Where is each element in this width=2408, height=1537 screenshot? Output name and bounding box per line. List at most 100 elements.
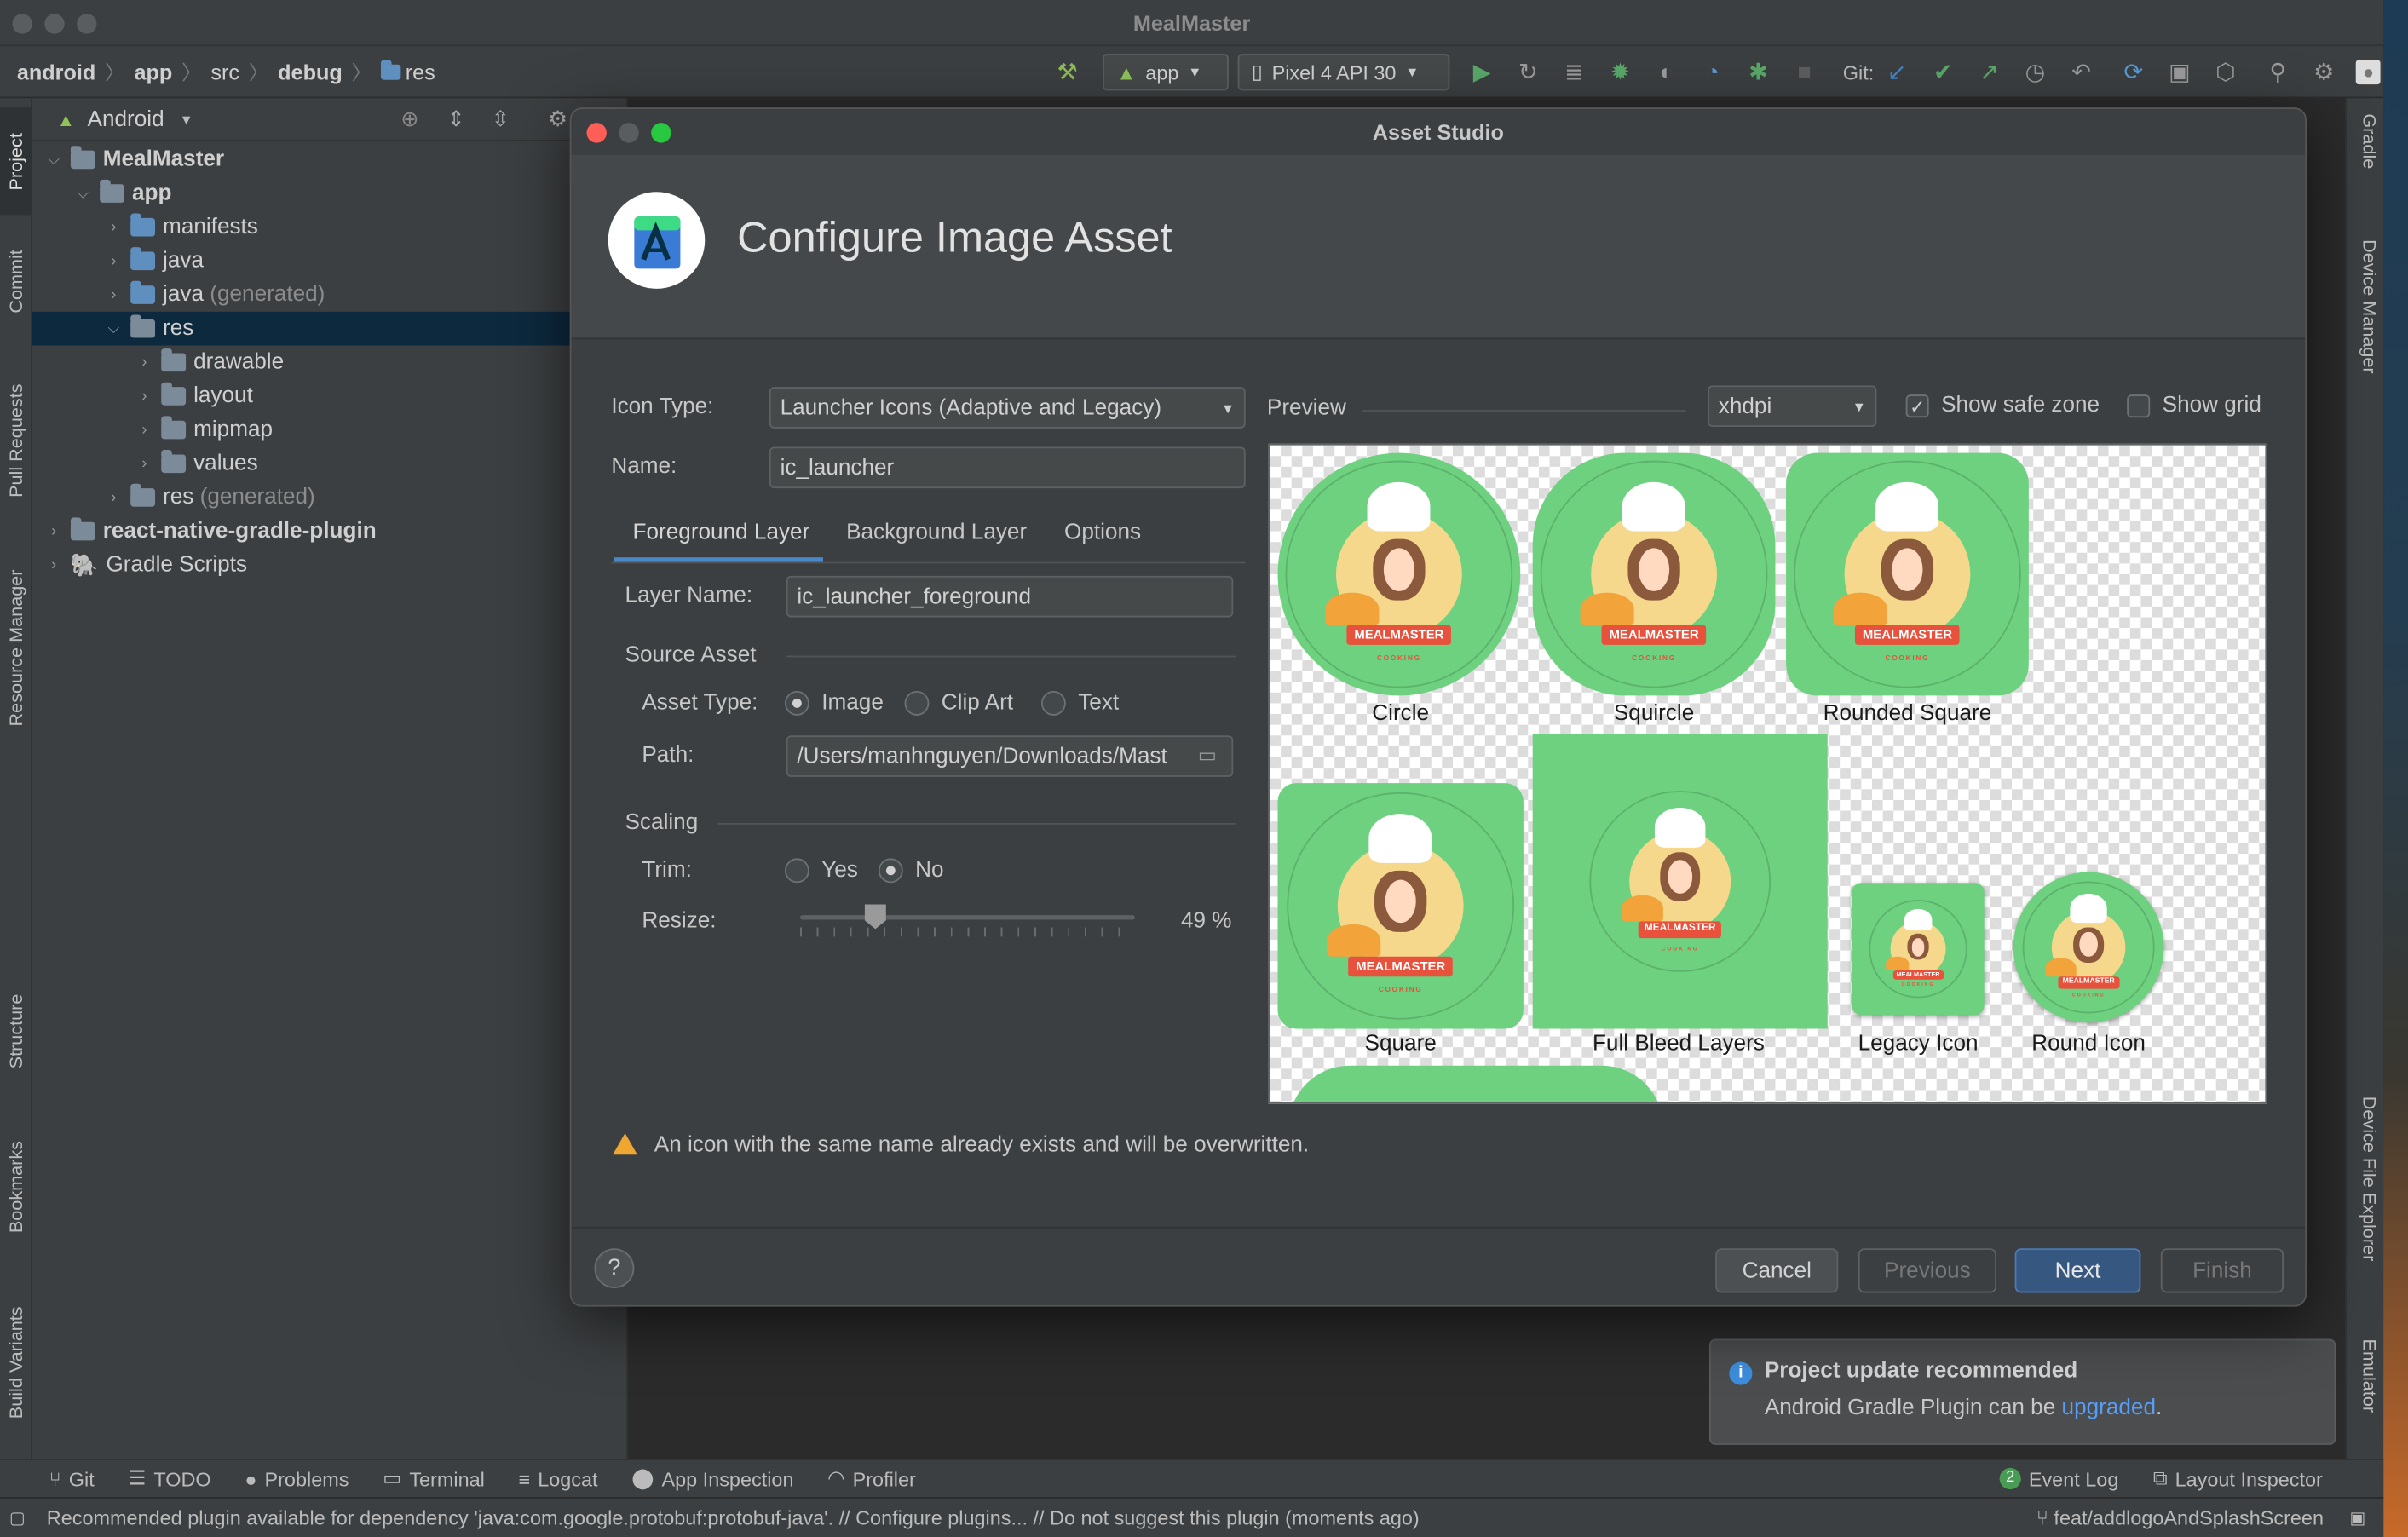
tab-todo[interactable]: ☰ TODO [128,1466,210,1491]
tab-project[interactable]: Project [0,107,32,216]
help-button[interactable]: ? [594,1248,635,1289]
sdk-manager-icon[interactable]: ⬡ [2212,58,2239,86]
git-update-icon[interactable]: ↙ [1883,58,1910,86]
git-commit-icon[interactable]: ✔ [1929,58,1956,86]
show-grid-checkbox[interactable]: Show grid [2127,393,2261,417]
tree-item-manifests[interactable]: › manifests [32,210,626,245]
name-input[interactable]: ic_launcher [769,446,1246,489]
tab-emulator[interactable]: Emulator [2353,1339,2380,1450]
breadcrumb-debug[interactable]: debug [278,59,343,83]
expand-all-icon[interactable]: ⇕ [446,106,464,132]
tab-gradle[interactable]: Gradle [2353,113,2380,205]
tab-bookmarks[interactable]: Bookmarks [0,1118,32,1256]
event-log-button[interactable]: 2 Event Log [1999,1467,2118,1490]
tree-item-java-generated[interactable]: › java (generated) [32,278,626,312]
debug-icon[interactable]: ✹ [1606,58,1633,86]
settings-gear-icon[interactable]: ⚙ [2310,58,2337,86]
coverage-icon[interactable]: ◐ [1652,59,1679,85]
tree-item-res[interactable]: ⌵ res [32,311,627,346]
tab-background-layer[interactable]: Background Layer [846,521,1027,545]
locate-icon[interactable]: ⊕ [400,106,418,132]
chevron-down-icon[interactable]: ▼ [180,112,193,127]
density-select[interactable]: xhdpi ▼ [1708,385,1877,428]
cancel-button[interactable]: Cancel [1715,1248,1839,1293]
window-title: MealMaster [1132,10,1251,36]
tab-structure[interactable]: Structure [0,970,32,1093]
tab-pull-requests[interactable]: Pull Requests [0,356,32,525]
profile-icon[interactable]: ◔ [1698,59,1725,85]
radio-trim-yes[interactable]: Yes [784,858,858,884]
tab-git[interactable]: ⑂ Git [49,1467,95,1490]
tree-item-gradle-scripts[interactable]: › 🐘 Gradle Scripts [32,548,626,582]
tab-options[interactable]: Options [1064,521,1141,545]
slider-thumb[interactable] [864,904,886,930]
avd-manager-icon[interactable]: ▣ [2166,58,2193,86]
collapse-all-icon[interactable]: ⇳ [492,106,510,132]
branch-icon: ⑂ [2036,1505,2054,1529]
history-icon[interactable]: ◷ [2021,58,2048,86]
search-icon[interactable]: ⚲ [2264,58,2291,86]
path-input[interactable]: /Users/manhnguyen/Downloads/Mast [786,735,1234,777]
tree-item-mealmaster[interactable]: ⌵ MealMaster [32,143,626,177]
previous-button[interactable]: Previous [1858,1248,1996,1293]
show-safe-zone-checkbox[interactable]: ✓ Show safe zone [1905,393,2100,417]
device-select[interactable]: ▯ Pixel 4 API 30 ▼ [1237,54,1450,91]
tree-item-react-native-gradle-plugin[interactable]: › react-native-gradle-plugin [32,515,626,549]
tab-build-variants[interactable]: Build Variants [0,1277,32,1446]
build-hammer-icon[interactable]: ⚒ [1053,58,1080,86]
tree-item-mipmap[interactable]: › mipmap [32,413,626,447]
breadcrumb-android[interactable]: android [17,59,96,83]
layout-inspector-button[interactable]: ⧉ Layout Inspector [2153,1466,2323,1491]
breadcrumb-app[interactable]: app [134,59,172,83]
tree-item-layout[interactable]: › layout [32,379,626,413]
status-message[interactable]: Recommended plugin available for depende… [47,1506,1420,1529]
apply-changes-icon[interactable]: ↻ [1514,58,1541,86]
finish-button[interactable]: Finish [2160,1248,2284,1293]
stop-icon[interactable]: ■ [1790,59,1818,85]
tree-item-app[interactable]: ⌵ app [32,176,626,210]
radio-clip-art[interactable]: Clip Art [904,691,1013,717]
tab-problems[interactable]: ● Problems [245,1467,349,1490]
layer-name-input[interactable]: ic_launcher_foreground [786,575,1234,618]
tab-device-manager[interactable]: Device Manager [2353,239,2380,423]
logo-ring: MEALMASTER COOKING [1589,791,1771,972]
run-config-select[interactable]: ▲ app ▼ [1103,54,1229,91]
toggle-panel-icon[interactable]: ▢ [9,1508,26,1528]
git-branch-widget[interactable]: ⑂ feat/addlogoAndSplashScreen [2036,1506,2324,1529]
tree-item-java[interactable]: › java [32,245,626,279]
chef-logo-icon: MEALMASTER COOKING [2045,894,2126,999]
options-gear-icon[interactable]: ⚙ [548,106,567,132]
tab-logcat[interactable]: ≡ Logcat [519,1467,598,1490]
tab-terminal[interactable]: ▭ Terminal [383,1466,485,1491]
tab-foreground-layer[interactable]: Foreground Layer [633,521,810,545]
title-bar: MealMaster [0,0,2384,47]
breadcrumb-res[interactable]: res [406,59,435,83]
radio-trim-no[interactable]: No [878,858,944,884]
project-view-select[interactable]: Android [88,106,164,131]
tree-item-res-generated[interactable]: › res (generated) [32,481,626,515]
tab-commit[interactable]: Commit [0,230,32,331]
tab-resource-manager[interactable]: Resource Manager [0,547,32,750]
tab-profiler[interactable]: ◠ Profiler [827,1466,916,1491]
resize-slider[interactable] [799,904,1135,941]
icon-type-select[interactable]: Launcher Icons (Adaptive and Legacy) ▼ [769,387,1246,429]
radio-text[interactable]: Text [1040,691,1119,717]
git-push-icon[interactable]: ↗ [1975,58,2002,86]
gradle-sync-icon[interactable]: ⟳ [2120,58,2147,86]
rollback-icon[interactable]: ↶ [2067,58,2094,86]
next-button[interactable]: Next [2014,1248,2141,1293]
avatar-icon[interactable]: ● [2356,60,2381,85]
radio-image[interactable]: Image [784,691,884,717]
tree-item-values[interactable]: › values [32,446,626,481]
navigation-bar: android 〉 app 〉 src 〉 debug 〉 res ⚒ ▲ app ▼ ▯ P… [0,46,2384,99]
tab-device-file-explorer[interactable]: Device File Explorer [2353,1097,2380,1342]
attach-debugger-icon[interactable]: ✱ [1744,58,1771,86]
run-icon[interactable]: ▶ [1468,58,1495,86]
tab-app-inspection[interactable]: ⬤ App Inspection [631,1466,793,1491]
breadcrumb-src[interactable]: src [210,59,239,83]
tree-item-drawable[interactable]: › drawable [32,345,626,379]
pie-icon [1580,591,1634,625]
browse-folder-icon[interactable]: ▭ [1198,743,1217,768]
upgrade-link[interactable]: upgraded [2062,1396,2156,1420]
apply-code-icon[interactable]: ≣ [1560,58,1587,86]
